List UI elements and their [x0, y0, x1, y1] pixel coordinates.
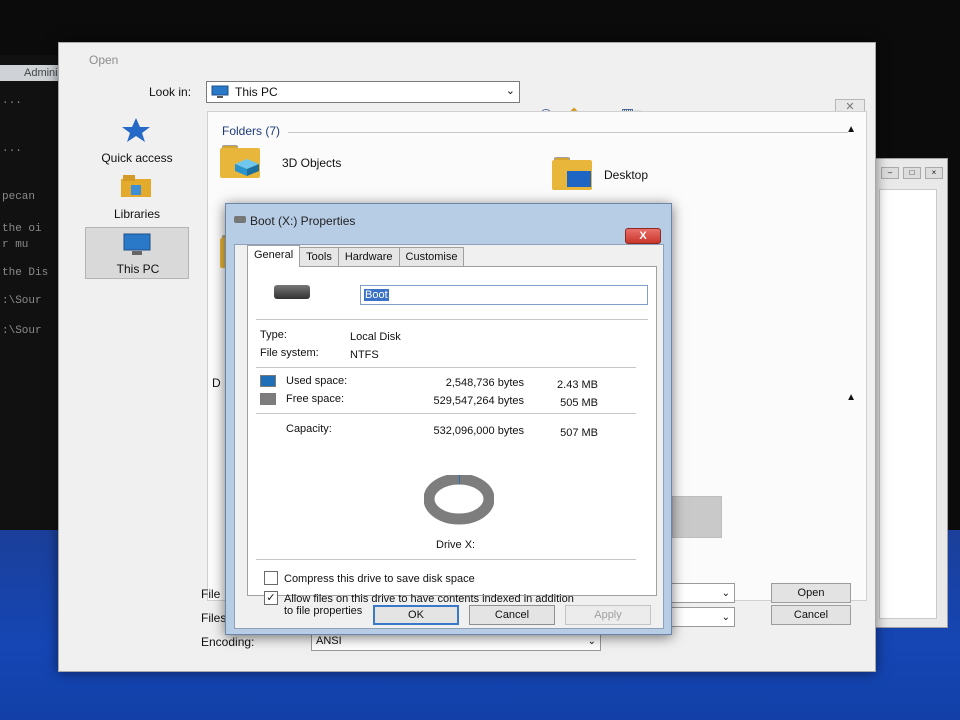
close-icon: X — [639, 230, 647, 242]
capacity-bytes: 532,096,000 bytes — [433, 425, 524, 437]
star-icon — [122, 118, 150, 142]
minimize-icon[interactable]: – — [881, 167, 899, 179]
background-window-content — [879, 189, 937, 619]
tab-tools[interactable]: Tools — [299, 247, 339, 267]
divider — [256, 559, 636, 560]
file-name-label: File — [201, 587, 221, 601]
open-button[interactable]: Open — [771, 583, 851, 603]
place-quick-access[interactable]: Quick access — [85, 115, 189, 167]
file-system-label: File system: — [260, 347, 319, 359]
computer-icon — [211, 85, 229, 98]
drive-name-value: Boot — [364, 289, 389, 301]
file-system-value: NTFS — [350, 349, 379, 361]
drive-icon — [234, 216, 246, 223]
free-space-swatch — [260, 393, 276, 405]
tab-general[interactable]: General — [247, 245, 301, 267]
console-line: :\Sour — [2, 325, 42, 337]
drive-name-input[interactable]: Boot — [360, 285, 648, 305]
drive-caption: Drive X: — [436, 539, 476, 551]
tab-hardware[interactable]: Hardware — [337, 247, 400, 267]
console-line: the Dis — [2, 267, 49, 279]
tab-customise[interactable]: Customise — [398, 247, 465, 267]
place-libraries[interactable]: Libraries — [85, 171, 189, 223]
encoding-value: ANSI — [316, 635, 342, 647]
free-space-size: 505 MB — [560, 397, 598, 409]
free-space-label: Free space: — [286, 393, 345, 405]
place-label: Libraries — [113, 207, 161, 221]
ok-button[interactable]: OK — [373, 605, 459, 625]
chevron-up-icon[interactable]: ▲ — [846, 392, 856, 403]
apply-button[interactable]: Apply — [565, 605, 651, 625]
tab-strip: General Tools Hardware Customise — [247, 245, 465, 267]
drive-icon — [274, 285, 310, 299]
devices-group-header[interactable]: D — [212, 376, 221, 390]
monitor-icon — [567, 171, 591, 187]
cancel-button[interactable]: Cancel — [469, 605, 555, 625]
cancel-button[interactable]: Cancel — [771, 605, 851, 625]
files-type-label: Files — [201, 611, 227, 625]
libraries-icon — [121, 175, 151, 197]
place-label: Quick access — [101, 151, 173, 165]
capacity-size: 507 MB — [560, 427, 598, 439]
place-label: This PC — [116, 262, 160, 276]
chevron-down-icon: ⌄ — [587, 636, 596, 647]
disabled-panel — [672, 496, 722, 538]
look-in-combo[interactable]: This PC ⌄ — [206, 81, 520, 103]
cube-icon — [235, 159, 259, 176]
type-label: Type: — [260, 329, 287, 341]
close-icon[interactable]: × — [925, 167, 943, 179]
donut-free-segment — [424, 475, 494, 525]
folder-label[interactable]: Desktop — [604, 168, 648, 182]
chevron-down-icon: ⌄ — [505, 85, 515, 97]
index-checkbox[interactable]: ✓ — [264, 591, 278, 605]
divider — [256, 367, 636, 368]
folder-desktop-icon[interactable] — [552, 152, 612, 192]
general-tab-panel: Boot Type: Local Disk File system: NTFS … — [247, 266, 657, 617]
divider — [256, 319, 648, 320]
folder-label[interactable]: 3D Objects — [282, 156, 341, 170]
used-space-bytes: 2,548,736 bytes — [445, 377, 524, 389]
type-value: Local Disk — [350, 331, 401, 343]
properties-dialog: Boot (X:) Properties X General Tools Har… — [225, 203, 672, 635]
index-label-line2[interactable]: to file properties — [284, 605, 362, 617]
open-dialog-title: Open — [89, 53, 119, 67]
free-space-bytes: 529,547,264 bytes — [433, 395, 524, 407]
places-bar: Quick access Libraries This PC — [81, 115, 193, 295]
folders-group-header[interactable]: Folders (7) — [222, 124, 280, 138]
capacity-label: Capacity: — [286, 423, 332, 435]
look-in-label: Look in: — [149, 85, 192, 99]
file-name-combo[interactable]: ⌄ — [669, 583, 735, 603]
maximize-icon[interactable]: □ — [903, 167, 921, 179]
console-line: ... — [2, 143, 22, 155]
compress-checkbox[interactable] — [264, 571, 278, 585]
compress-label[interactable]: Compress this drive to save disk space — [284, 573, 475, 585]
divider — [256, 413, 636, 414]
divider — [288, 132, 848, 133]
used-space-label: Used space: — [286, 375, 348, 387]
disk-usage-donut — [424, 475, 494, 525]
console-line: r mu — [2, 239, 29, 251]
properties-body: General Tools Hardware Customise Boot Ty… — [234, 244, 664, 629]
used-space-swatch — [260, 375, 276, 387]
look-in-value: This PC — [235, 85, 278, 99]
chevron-down-icon: ⌄ — [721, 612, 730, 623]
properties-dialog-title: Boot (X:) Properties — [250, 214, 356, 228]
computer-icon — [123, 233, 151, 255]
encoding-label: Encoding: — [201, 635, 255, 649]
console-line: :\Sour — [2, 295, 42, 307]
background-window[interactable]: – □ × — [872, 158, 948, 628]
index-label-line1[interactable]: Allow files on this drive to have conten… — [284, 593, 574, 605]
close-button[interactable]: X — [625, 228, 661, 244]
console-line: ... — [2, 95, 22, 107]
used-space-size: 2.43 MB — [557, 379, 598, 391]
console-line: pecan — [2, 191, 36, 203]
console-line: the oi — [2, 223, 42, 235]
chevron-down-icon: ⌄ — [721, 588, 730, 599]
chevron-up-icon[interactable]: ▲ — [846, 124, 856, 135]
place-this-pc[interactable]: This PC — [85, 227, 189, 279]
folder-3d-objects-icon[interactable] — [220, 140, 280, 180]
file-type-combo[interactable]: ⌄ — [669, 607, 735, 627]
